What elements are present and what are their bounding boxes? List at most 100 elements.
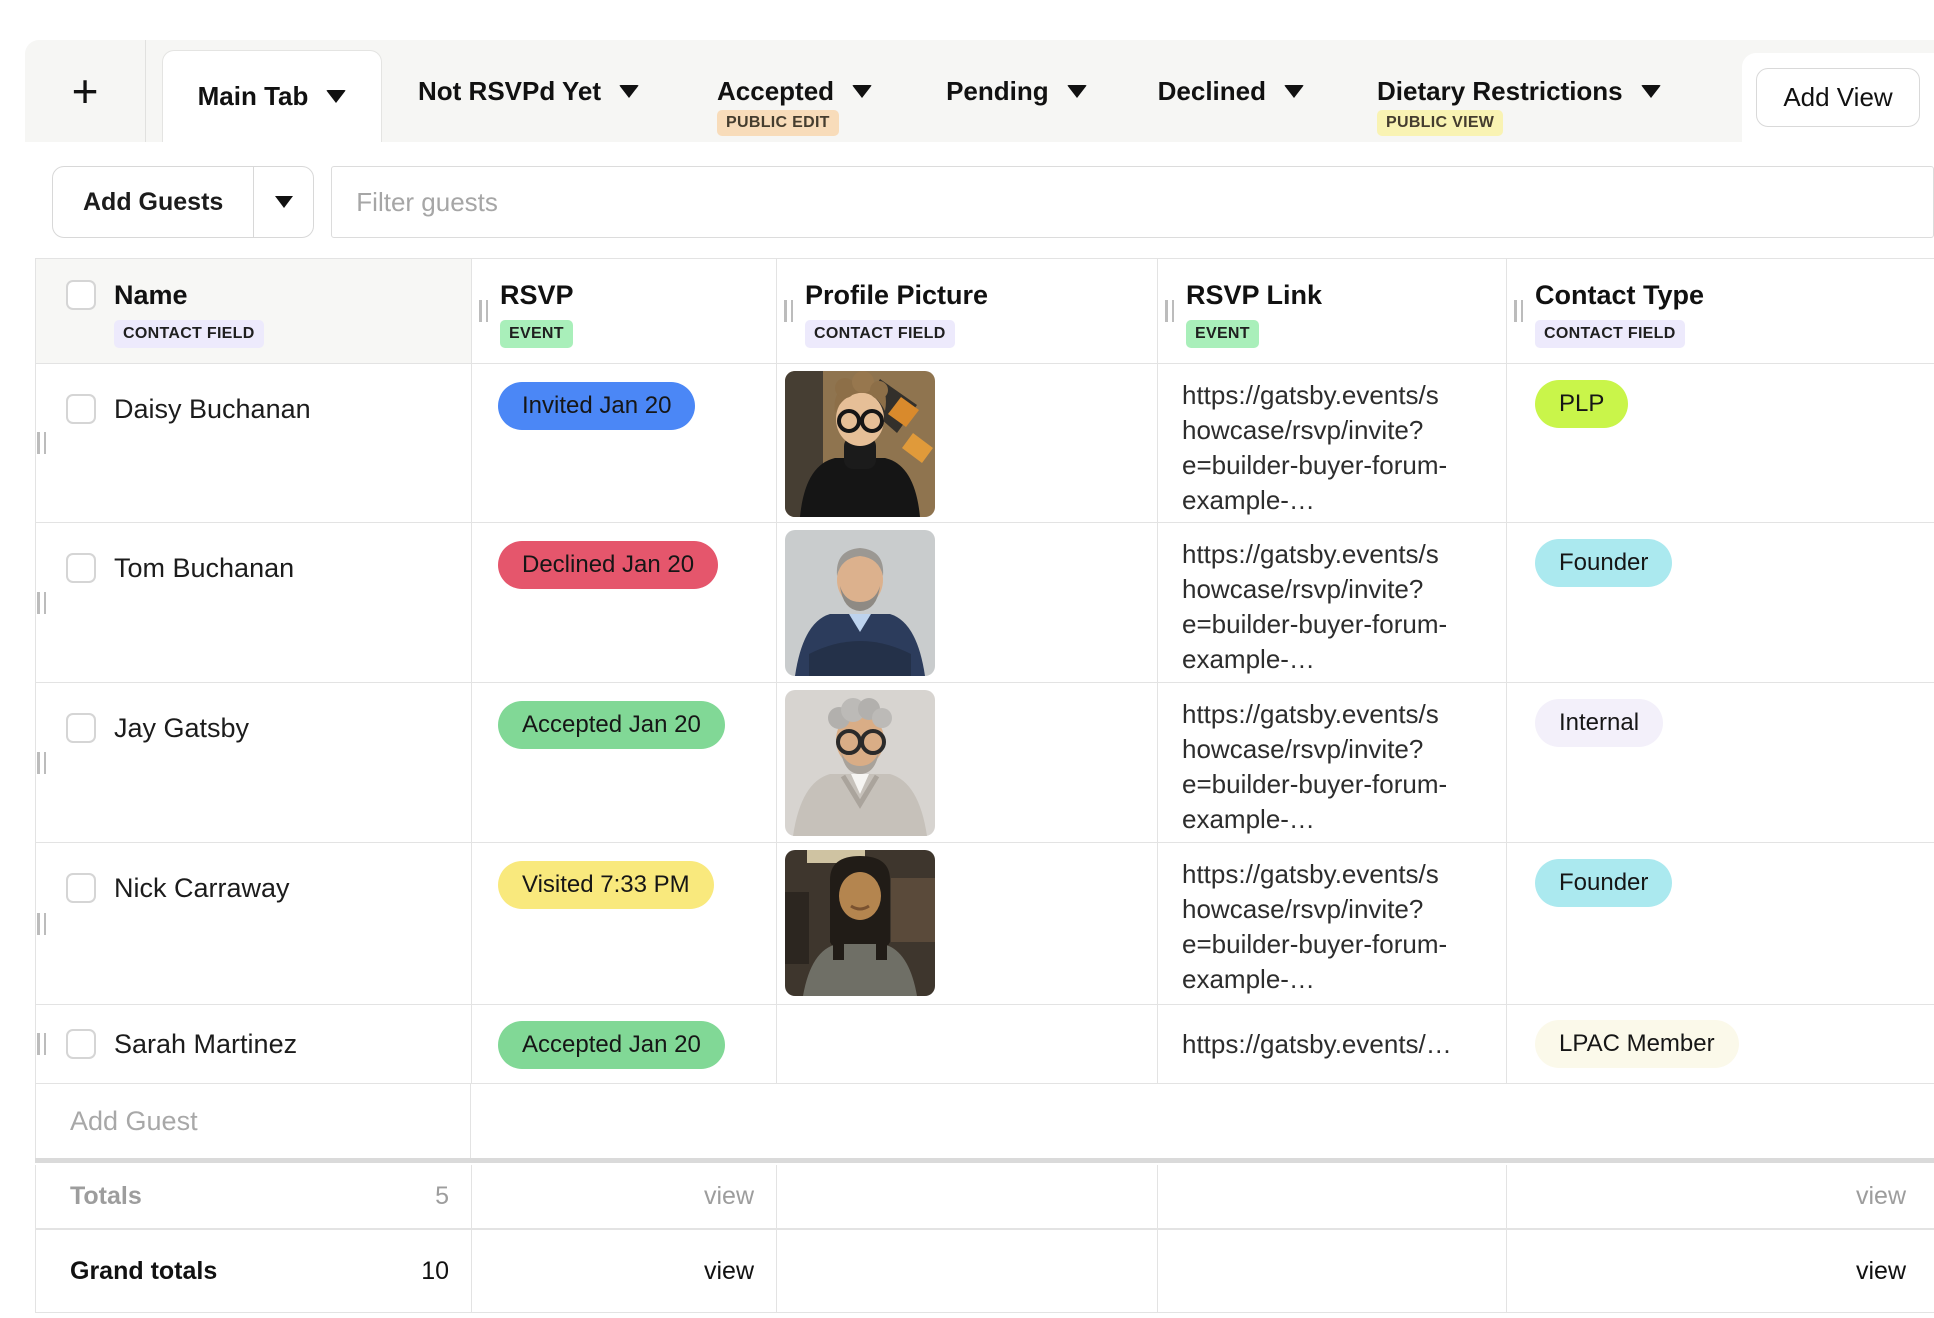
row-checkbox[interactable] [66,713,96,743]
rsvp-status-pill[interactable]: Declined Jan 20 [498,541,718,589]
grand-totals-rsvp-cell: view [471,1229,776,1313]
empty-cell [471,1084,776,1158]
guest-name: Nick Carraway [114,873,290,903]
column-drag-handle-icon[interactable] [784,300,793,322]
rsvp-link-text[interactable]: https://gatsby.events/s howcase/rsvp/inv… [1182,539,1447,674]
profile-picture-cell [776,364,1157,523]
empty-cell [1506,1084,1934,1158]
rsvp-cell: Declined Jan 20 [471,523,776,683]
name-cell: Daisy Buchanan [35,364,471,523]
add-view-button[interactable]: Add View [1756,68,1919,127]
add-tab-button[interactable]: + [25,40,146,142]
totals-view-link[interactable]: view [704,1182,754,1211]
grand-totals-count: 10 [421,1257,449,1286]
row-checkbox[interactable] [66,1029,96,1059]
row-drag-handle-icon[interactable] [37,913,46,935]
column-drag-handle-icon[interactable] [1165,300,1174,322]
row-drag-handle-icon[interactable] [37,1033,46,1055]
empty-cell [1157,1165,1506,1229]
contact-type-pill[interactable]: Founder [1535,859,1672,907]
grand-totals-label: Grand totals [70,1257,217,1286]
row-checkbox[interactable] [66,873,96,903]
add-view-panel: Add View [1742,53,1934,142]
add-guest-row[interactable]: Add Guest [35,1084,1934,1163]
guest-name: Daisy Buchanan [114,394,311,424]
rsvp-status-pill[interactable]: Visited 7:33 PM [498,861,714,909]
name-cell: Nick Carraway [35,843,471,1005]
tab-label: Declined [1158,76,1266,107]
view-tabs-bar: + Main Tab Not RSVPd Yet Accepted PUBLIC… [25,40,1934,142]
column-title: RSVP [500,279,574,311]
tab-accepted[interactable]: Accepted PUBLIC EDIT [717,40,872,142]
contact-type-pill[interactable]: Internal [1535,699,1663,747]
guest-toolbar: Add Guests [52,166,1934,238]
plus-icon: + [72,68,99,114]
chevron-down-icon [1641,85,1661,98]
tab-label: Dietary Restrictions [1377,76,1623,107]
tab-pending[interactable]: Pending [946,40,1087,142]
contact-field-badge: CONTACT FIELD [114,320,264,348]
column-title: RSVP Link [1186,279,1322,311]
select-all-checkbox[interactable] [66,280,96,310]
column-header-contact-type[interactable]: Contact Type CONTACT FIELD [1506,258,1934,364]
rsvp-status-pill[interactable]: Invited Jan 20 [498,382,695,430]
column-header-rsvp-link[interactable]: RSVP Link EVENT [1157,258,1506,364]
tab-declined[interactable]: Declined [1158,40,1304,142]
add-guests-dropdown-button[interactable] [253,167,313,237]
tab-label: Pending [946,76,1049,107]
public-edit-badge: PUBLIC EDIT [717,110,839,136]
contact-type-pill[interactable]: Founder [1535,539,1672,587]
column-drag-handle-icon[interactable] [1514,300,1523,322]
chevron-down-icon [1284,85,1304,98]
row-drag-handle-icon[interactable] [37,752,46,774]
contact-type-cell: PLP [1506,364,1934,523]
column-header-rsvp[interactable]: RSVP EVENT [471,258,776,364]
totals-label: Totals [70,1182,142,1211]
tab-dietary-restrictions[interactable]: Dietary Restrictions PUBLIC VIEW [1377,40,1661,142]
tab-label: Not RSVPd Yet [418,76,601,107]
contact-type-cell: LPAC Member [1506,1005,1934,1084]
rsvp-link-text[interactable]: https://gatsby.events/s howcase/rsvp/inv… [1182,380,1447,515]
contact-type-pill[interactable]: PLP [1535,380,1628,428]
tab-not-rsvpd-yet[interactable]: Not RSVPd Yet [418,40,639,142]
row-checkbox[interactable] [66,553,96,583]
daisy-photo [785,371,935,517]
rsvp-link-cell: https://gatsby.events/s howcase/rsvp/inv… [1157,683,1506,843]
add-guests-button[interactable]: Add Guests [53,167,253,237]
empty-cell [776,1084,1157,1158]
grand-totals-name-cell: Grand totals 10 [35,1229,471,1313]
row-drag-handle-icon[interactable] [37,432,46,454]
rsvp-link-text[interactable]: https://gatsby.events/… [1182,1029,1452,1059]
rsvp-link-cell: https://gatsby.events/s howcase/rsvp/inv… [1157,843,1506,1005]
rsvp-status-pill[interactable]: Accepted Jan 20 [498,701,725,749]
profile-photo[interactable] [785,690,935,836]
rsvp-link-text[interactable]: https://gatsby.events/s howcase/rsvp/inv… [1182,859,1447,994]
totals-view-link[interactable]: view [1856,1182,1906,1211]
contact-type-pill[interactable]: LPAC Member [1535,1020,1739,1068]
name-cell: Sarah Martinez [35,1005,471,1084]
table-row: Tom Buchanan Declined Jan 20 https://gat… [35,523,1934,683]
row-drag-handle-icon[interactable] [37,592,46,614]
row-checkbox[interactable] [66,394,96,424]
totals-count: 5 [435,1182,449,1211]
column-header-profile-picture[interactable]: Profile Picture CONTACT FIELD [776,258,1157,364]
filter-guests-input[interactable] [331,166,1934,238]
rsvp-link-text[interactable]: https://gatsby.events/s howcase/rsvp/inv… [1182,699,1447,834]
tab-main-tab[interactable]: Main Tab [162,50,382,142]
column-drag-handle-icon[interactable] [479,300,488,322]
grand-totals-view-link[interactable]: view [1856,1257,1906,1286]
profile-photo[interactable] [785,850,935,996]
guest-name: Tom Buchanan [114,553,294,583]
column-header-name[interactable]: Name CONTACT FIELD [35,258,471,364]
profile-photo[interactable] [785,530,935,676]
add-guest-placeholder: Add Guest [70,1106,198,1137]
empty-cell [776,1165,1157,1229]
add-guest-cell[interactable]: Add Guest [35,1084,471,1158]
column-title: Contact Type [1535,279,1704,311]
chevron-down-icon [326,90,346,103]
rsvp-status-pill[interactable]: Accepted Jan 20 [498,1021,725,1069]
empty-cell [1157,1229,1506,1313]
table-row: Sarah Martinez Accepted Jan 20 https://g… [35,1005,1934,1084]
grand-totals-view-link[interactable]: view [704,1257,754,1286]
profile-photo[interactable] [785,371,935,517]
